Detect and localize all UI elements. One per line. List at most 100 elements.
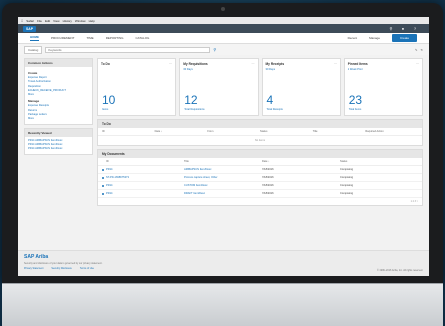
link-more-manage[interactable]: More	[28, 117, 89, 121]
tile-label: Total Items	[348, 108, 362, 111]
card-title: To Do	[98, 120, 422, 128]
doc-status: Composing	[340, 176, 354, 179]
doc-title[interactable]: DRAFT Item/Desc	[184, 192, 262, 195]
column-header[interactable]: Title	[313, 130, 366, 133]
doc-id[interactable]: PR14	[106, 168, 184, 171]
doc-id[interactable]: PR14	[106, 184, 184, 187]
doc-title[interactable]: ARIBAPSCN Item/Desc	[184, 168, 262, 171]
menu-item-view[interactable]: View	[53, 19, 59, 23]
link-privacy[interactable]: Privacy Statement	[24, 267, 43, 270]
footer-brand: SAP Ariba	[24, 254, 423, 260]
tile-todo[interactable]: ⋯ To Do 10 Items	[97, 58, 177, 116]
menu-item-edit[interactable]: Edit	[45, 19, 50, 23]
tile-title: My Requisitions	[183, 62, 208, 66]
doc-date: 7/18/2016	[262, 168, 274, 171]
status-dot-icon	[102, 176, 105, 179]
menu-item-help[interactable]: Help	[89, 19, 95, 23]
tab-catalog[interactable]: CATALOG	[135, 36, 149, 40]
common-actions-panel: Common Actions Create Expense Report Tra…	[24, 58, 93, 125]
table-header: ID Date ↓ From Status Title Required Act…	[98, 128, 422, 136]
link-security[interactable]: Security Disclosure	[51, 267, 71, 270]
section-create: Create	[28, 71, 38, 75]
menu-item-safari[interactable]: Safari	[26, 19, 34, 23]
apple-icon[interactable]: 	[21, 19, 23, 23]
tile-title: Pinned Items	[347, 62, 368, 66]
tile-pinned-items[interactable]: ⋯ Pinned Items 1 Week Prior 23 Total Ite…	[343, 58, 423, 116]
doc-date: 7/18/2016	[262, 192, 274, 195]
tile-label: Total Requisitions	[184, 108, 205, 111]
column-header[interactable]: Date ↓	[262, 160, 340, 163]
column-header[interactable]: ID	[106, 160, 184, 163]
panel-title: Recently Viewed	[25, 128, 92, 137]
column-header[interactable]: Date ↓	[155, 130, 208, 133]
camera	[221, 7, 225, 11]
table-row[interactable]: PR14 CUSTOM Item/Desc 7/18/2016 Composin…	[98, 182, 422, 190]
doc-id[interactable]: PR14	[106, 192, 184, 195]
search-icon[interactable]: ⚲	[388, 26, 394, 31]
empty-message: No items	[254, 139, 266, 142]
column-header[interactable]: ID	[102, 130, 155, 133]
column-header[interactable]: From	[207, 130, 260, 133]
table-row[interactable]: PR14 DRAFT Item/Desc 7/18/2016 Composing	[98, 190, 422, 198]
tile-subtitle: 30 Days	[183, 68, 193, 71]
documents-card: My Documents ID Title Date ↓ Status PR14…	[97, 149, 423, 206]
column-header[interactable]: Title	[184, 160, 262, 163]
manage-menu[interactable]: Manage	[369, 36, 380, 40]
main-content: Common Actions Create Expense Report Tra…	[18, 55, 429, 206]
refresh-icon[interactable]: ↻	[420, 48, 423, 52]
tile-value: 4	[266, 93, 274, 107]
recent-item[interactable]: PR14 ARIBAPSCN Item/Desc	[28, 147, 89, 151]
tile-label: Items	[102, 108, 109, 111]
monitor-chin	[2, 283, 443, 326]
link-terms[interactable]: Terms of Use	[80, 267, 94, 270]
tile-my-requisitions[interactable]: ⋯ My Requisitions 30 Days 12 Total Requi…	[179, 58, 259, 116]
left-sidebar: Common Actions Create Expense Report Tra…	[24, 58, 93, 206]
more-icon[interactable]: ⋯	[334, 61, 337, 65]
tab-reporting[interactable]: REPORTING	[106, 36, 124, 40]
link-more-create[interactable]: More	[28, 93, 89, 97]
dashboard: ⋯ To Do 10 Items ⋯ My Requisitions 30 Da…	[97, 58, 423, 206]
more-icon[interactable]: ⋯	[416, 61, 419, 65]
tab-time[interactable]: TIME	[87, 36, 94, 40]
tab-home[interactable]: HOME	[30, 35, 39, 41]
recent-menu[interactable]: Recent	[348, 36, 358, 40]
tile-value: 12	[184, 93, 198, 107]
menu-item-window[interactable]: Window	[75, 19, 86, 23]
more-icon[interactable]: ⋯	[252, 61, 255, 65]
search-scope-select[interactable]: Catalog	[24, 45, 43, 54]
doc-id[interactable]: ST-PD-1698675373	[106, 176, 184, 179]
footer-copyright: © 1996–2016 Ariba, Inc. All rights reser…	[376, 269, 423, 272]
tile-value: 23	[348, 93, 363, 107]
column-header[interactable]: Status	[340, 160, 418, 163]
search-icon[interactable]: ⚲	[213, 47, 216, 52]
tile-title: My Receipts	[265, 62, 285, 66]
footer-text: Security and disclosure of your data is …	[24, 262, 103, 265]
doc-title[interactable]: Procure capture sheet, Other	[184, 176, 262, 179]
notification-icon[interactable]: ●	[400, 26, 406, 31]
column-header[interactable]: Status	[260, 130, 313, 133]
nav-tabs: HOME PROCUREMENT TIME REPORTING CATALOG …	[18, 33, 429, 44]
table-row[interactable]: ST-PD-1698675373 Procure capture sheet, …	[98, 174, 422, 182]
more-icon[interactable]: ⋯	[169, 61, 172, 65]
pagination[interactable]: 1 2 3 >	[98, 198, 422, 205]
sap-logo[interactable]: SAP	[23, 25, 36, 32]
doc-title[interactable]: CUSTOM Item/Desc	[184, 184, 262, 187]
table-row[interactable]: PR14 ARIBAPSCN Item/Desc 7/18/2016 Compo…	[98, 166, 422, 174]
doc-status: Composing	[340, 184, 354, 187]
doc-status: Composing	[340, 168, 354, 171]
monitor-frame:  Safari File Edit View History Window H…	[2, 3, 443, 283]
page-footer: SAP Ariba Security and disclosure of you…	[18, 250, 429, 276]
tile-my-receipts[interactable]: ⋯ My Receipts 30 Days 4 Total Receipts	[261, 58, 341, 116]
doc-status: Composing	[340, 192, 354, 195]
column-header[interactable]: Required Action	[365, 130, 418, 133]
create-button[interactable]: Create	[391, 34, 417, 42]
search-input[interactable]: Keywords	[45, 46, 211, 53]
menu-item-history[interactable]: History	[63, 19, 72, 23]
tile-subtitle: 1 Week Prior	[347, 68, 363, 71]
menu-item-file[interactable]: File	[37, 19, 42, 23]
tab-procurement[interactable]: PROCUREMENT	[51, 36, 75, 40]
pencil-icon[interactable]: ✎	[415, 48, 418, 52]
help-icon[interactable]: ?	[412, 26, 418, 31]
tile-row: ⋯ To Do 10 Items ⋯ My Requisitions 30 Da…	[97, 58, 423, 116]
search-row: Catalog Keywords ⚲ ✎ ↻	[18, 44, 429, 55]
